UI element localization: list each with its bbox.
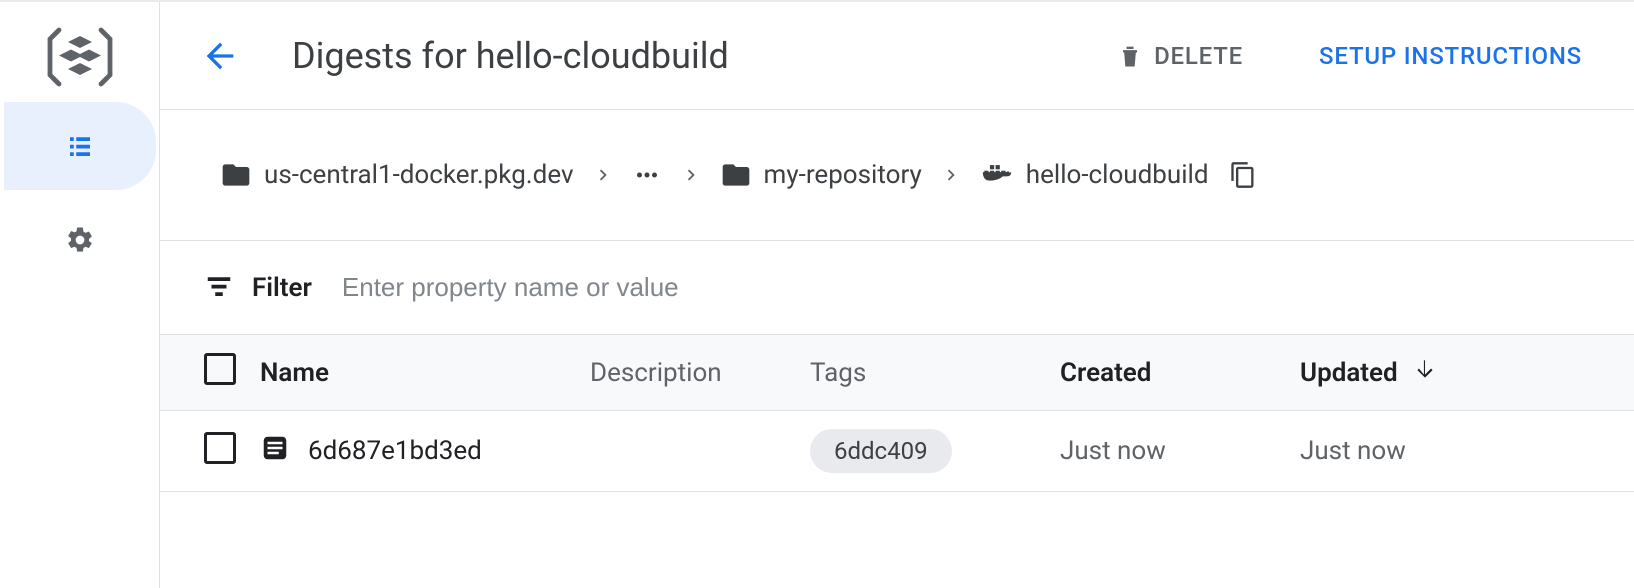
chevron-right-icon <box>680 164 702 186</box>
filter-bar: Filter <box>160 241 1634 335</box>
tag-chip[interactable]: 6ddc409 <box>810 429 952 473</box>
setup-instructions-button[interactable]: SETUP INSTRUCTIONS <box>1303 32 1598 80</box>
row-checkbox[interactable] <box>204 432 236 464</box>
column-header-description[interactable]: Description <box>590 335 810 411</box>
breadcrumb: us-central1-docker.pkg.dev my-repository <box>160 110 1634 241</box>
breadcrumb-package-label: hello-cloudbuild <box>1026 160 1209 190</box>
sidebar <box>0 2 160 588</box>
product-logo <box>0 16 159 98</box>
setup-instructions-label: SETUP INSTRUCTIONS <box>1319 42 1582 70</box>
back-button[interactable] <box>196 32 244 80</box>
column-header-updated[interactable]: Updated <box>1300 335 1634 411</box>
cell-updated: Just now <box>1300 411 1634 492</box>
breadcrumb-root-label: us-central1-docker.pkg.dev <box>264 160 574 190</box>
page-title: Digests for hello-cloudbuild <box>292 35 1100 77</box>
delete-button[interactable]: DELETE <box>1100 32 1259 80</box>
topbar: Digests for hello-cloudbuild DELETE SETU… <box>160 2 1634 110</box>
breadcrumb-overflow[interactable] <box>632 160 662 190</box>
main: Digests for hello-cloudbuild DELETE SETU… <box>160 2 1634 588</box>
digest-name-link[interactable]: 6d687e1bd3ed <box>308 436 482 466</box>
filter-label: Filter <box>252 273 312 303</box>
docker-icon <box>980 158 1014 192</box>
folder-icon <box>720 159 752 191</box>
cell-created: Just now <box>1060 411 1300 492</box>
select-all-checkbox[interactable] <box>204 353 236 385</box>
filter-input[interactable] <box>342 272 842 303</box>
breadcrumb-root[interactable]: us-central1-docker.pkg.dev <box>220 159 574 191</box>
sidebar-item-list[interactable] <box>4 102 156 190</box>
digests-table: Name Description Tags Created Updated <box>160 335 1634 492</box>
column-header-created[interactable]: Created <box>1060 335 1300 411</box>
filter-icon <box>204 271 234 305</box>
copy-path-button[interactable] <box>1229 161 1257 189</box>
column-header-name[interactable]: Name <box>260 335 590 411</box>
column-header-updated-label: Updated <box>1300 358 1398 388</box>
sort-descending-icon <box>1412 356 1438 389</box>
column-header-tags[interactable]: Tags <box>810 335 1060 411</box>
breadcrumb-repository[interactable]: my-repository <box>720 159 922 191</box>
chevron-right-icon <box>940 164 962 186</box>
sidebar-item-settings[interactable] <box>4 196 156 284</box>
cell-description <box>590 411 810 492</box>
breadcrumb-package[interactable]: hello-cloudbuild <box>980 158 1209 192</box>
table-row: 6d687e1bd3ed 6ddc409 Just now Just now <box>160 411 1634 492</box>
chevron-right-icon <box>592 164 614 186</box>
delete-button-label: DELETE <box>1154 42 1243 70</box>
breadcrumb-repository-label: my-repository <box>764 160 922 190</box>
folder-icon <box>220 159 252 191</box>
digest-icon <box>260 433 290 470</box>
